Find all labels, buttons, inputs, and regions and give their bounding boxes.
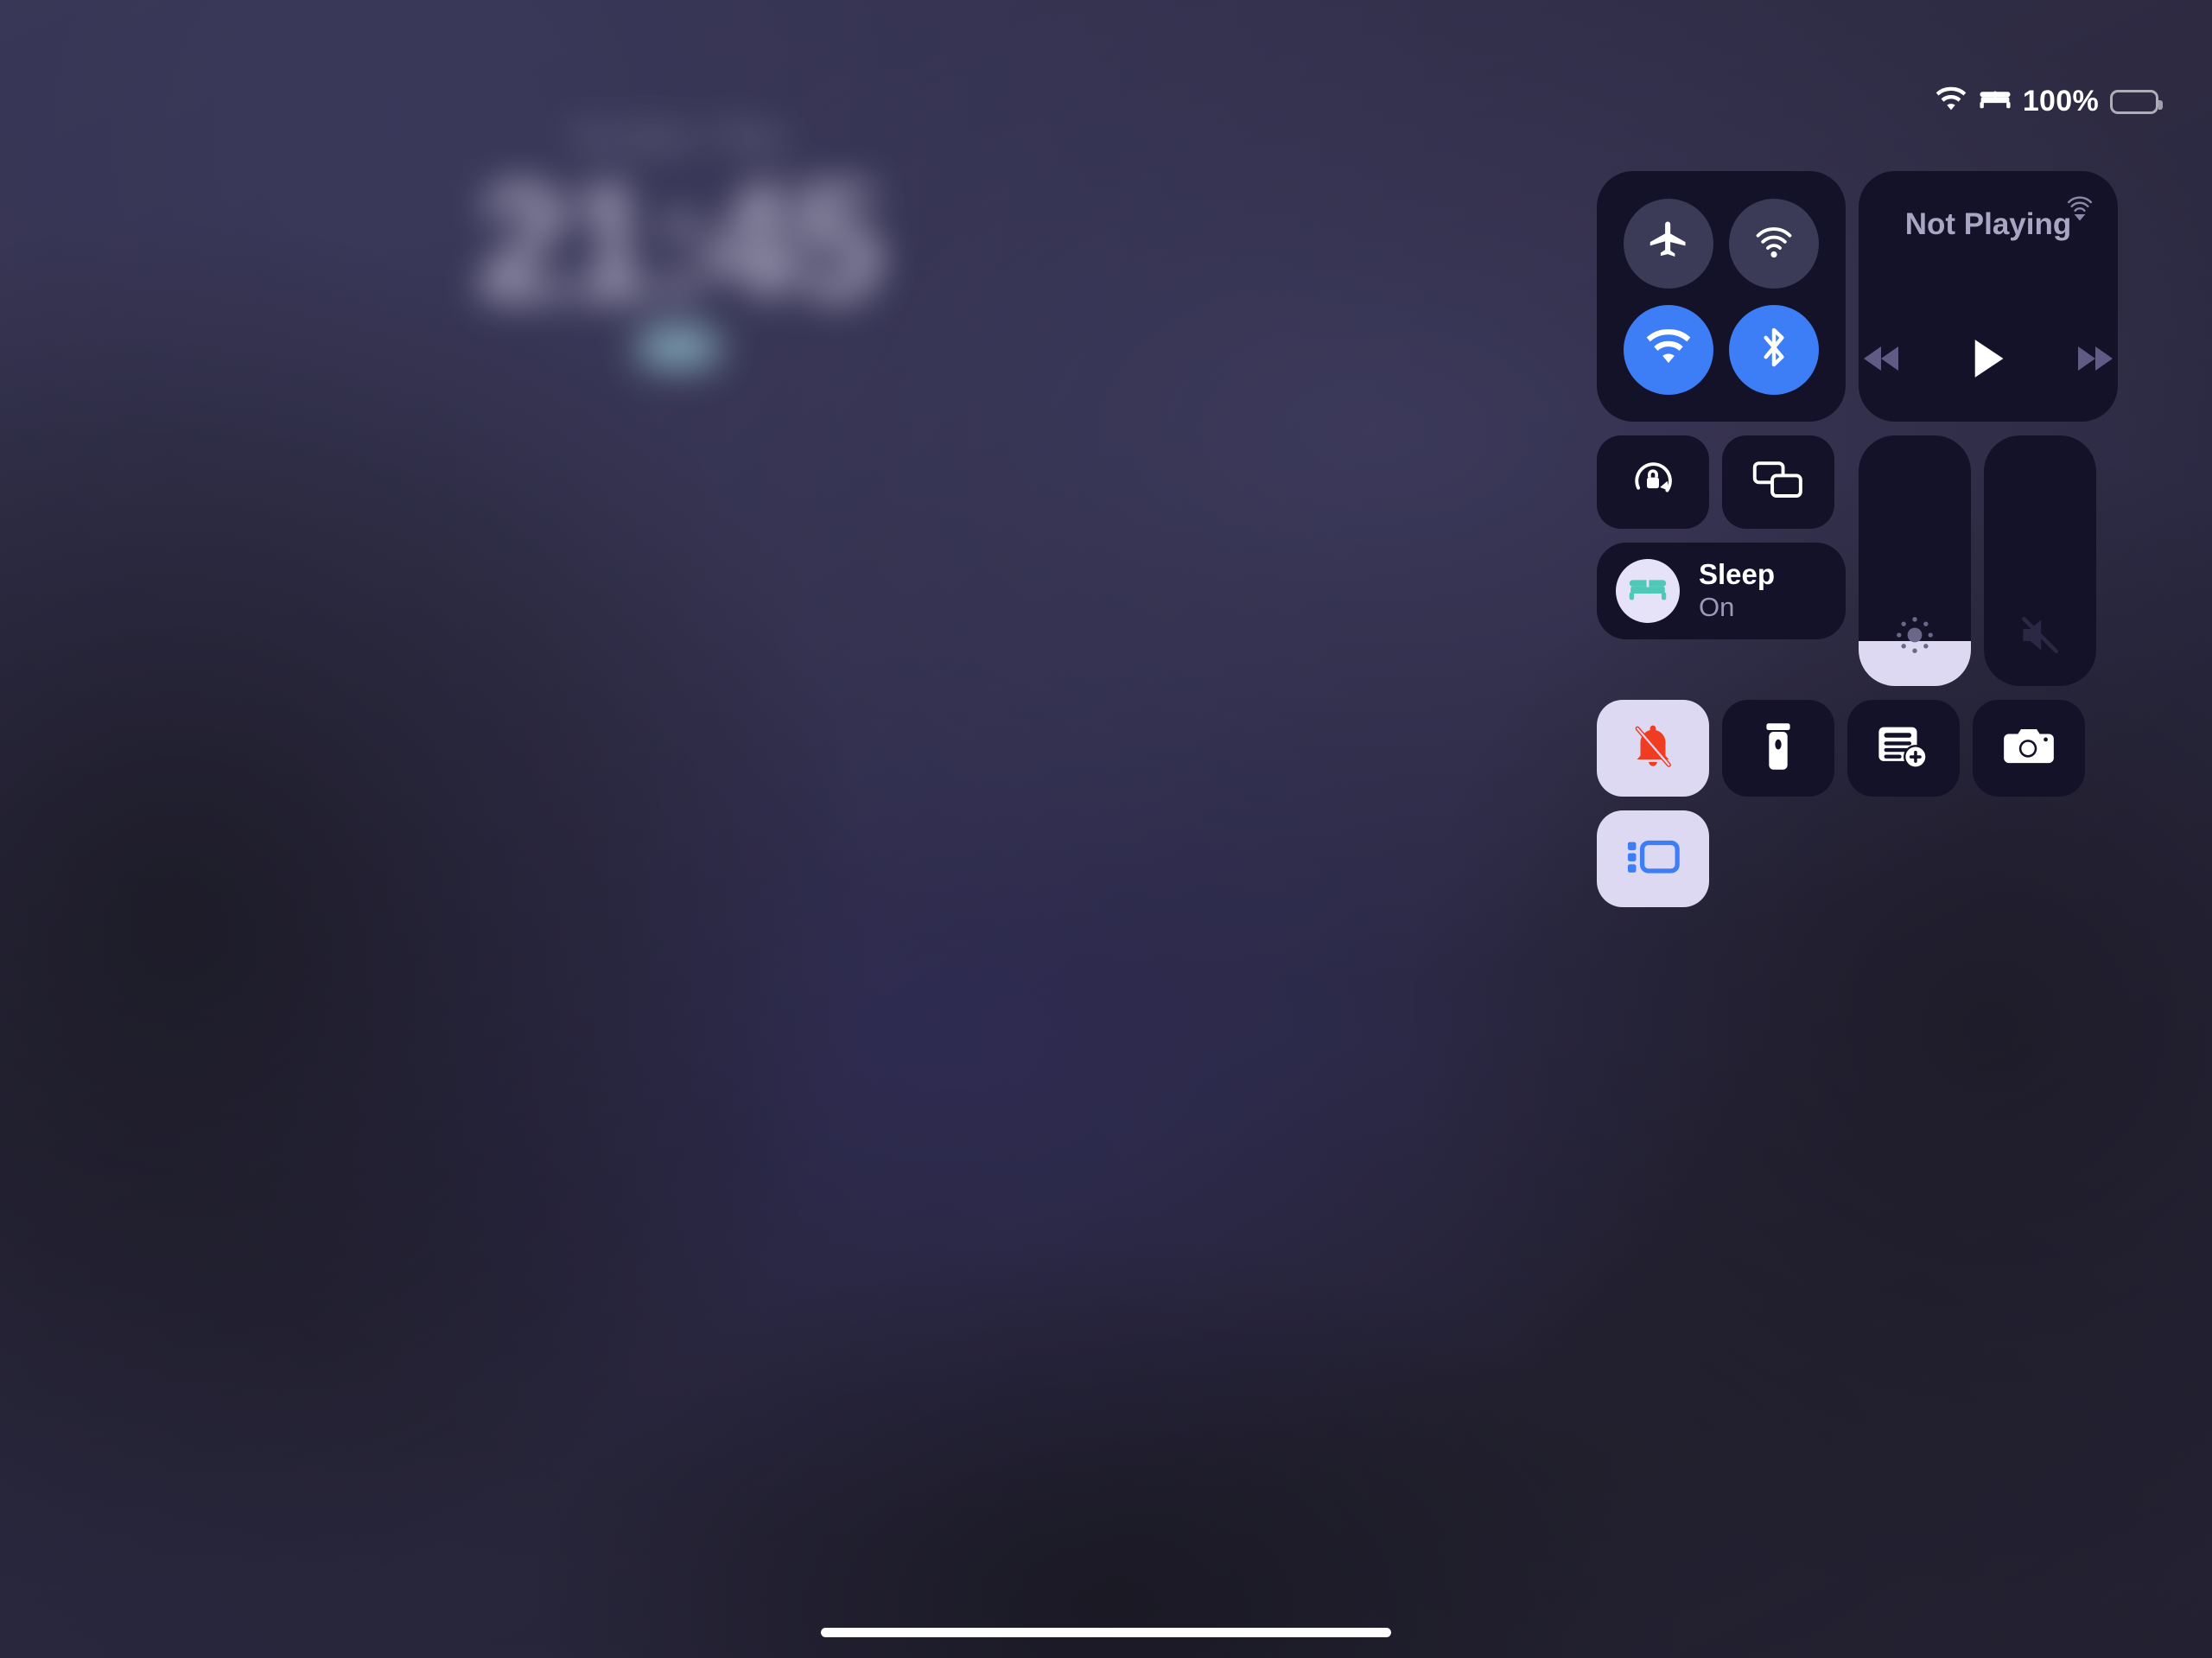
focus-name: Sleep	[1699, 558, 1776, 591]
stage-manager-icon	[1626, 837, 1680, 881]
lock-screen-time: 21:45	[477, 150, 883, 334]
stage-manager-button[interactable]	[1597, 810, 1709, 907]
camera-icon	[2002, 725, 2056, 772]
new-note-button[interactable]	[1847, 700, 1960, 797]
control-center-row-4	[1597, 810, 2133, 907]
mini-buttons-row	[1597, 435, 1846, 529]
flashlight-button[interactable]	[1722, 700, 1834, 797]
rotation-lock-icon	[1628, 455, 1678, 510]
focus-text-group: Sleep On	[1699, 558, 1775, 624]
bluetooth-icon	[1754, 323, 1794, 376]
control-center-row-2: Sleep On	[1597, 435, 2133, 686]
screen-mirroring-button[interactable]	[1722, 435, 1834, 529]
bed-icon	[1979, 87, 2012, 116]
brightness-slider[interactable]	[1859, 435, 1971, 686]
media-module[interactable]: Not Playing	[1859, 171, 2118, 422]
status-bar: 100%	[1935, 85, 2163, 118]
lock-screen-clock-group: Tuesday 7 May 21:45	[0, 121, 1357, 367]
airplay-audio-icon[interactable]	[2064, 194, 2095, 229]
bluetooth-toggle[interactable]	[1729, 304, 1819, 395]
silent-mode-button[interactable]	[1597, 700, 1709, 797]
home-indicator[interactable]	[821, 1628, 1391, 1637]
airplane-mode-toggle[interactable]	[1624, 198, 1713, 289]
brightness-icon	[1891, 611, 1939, 664]
bell-slash-icon	[1628, 721, 1678, 776]
volume-slider[interactable]	[1984, 435, 2096, 686]
battery-full-icon	[2110, 89, 2163, 114]
screen-mirroring-icon	[1752, 460, 1804, 505]
focus-state: On	[1699, 592, 1735, 623]
wifi-icon	[1645, 328, 1692, 371]
wifi-toggle[interactable]	[1624, 304, 1713, 395]
play-icon[interactable]	[1971, 338, 2005, 384]
control-center-row-3	[1597, 700, 2133, 797]
lock-screen-widget	[637, 327, 720, 367]
focus-tile-sleep[interactable]: Sleep On	[1597, 543, 1846, 639]
note-add-icon	[1877, 723, 1930, 774]
control-center: Not Playing Sleep On	[1597, 171, 2133, 907]
media-title: Not Playing	[1904, 207, 2072, 241]
wifi-icon	[1935, 86, 1967, 117]
media-controls	[1859, 338, 2118, 384]
controls-left-column: Sleep On	[1597, 435, 1846, 639]
rewind-icon[interactable]	[1862, 343, 1904, 378]
connectivity-module[interactable]	[1597, 171, 1846, 422]
control-center-row-1: Not Playing	[1597, 171, 2133, 422]
bed-icon	[1628, 575, 1668, 608]
airdrop-icon	[1751, 218, 1797, 269]
camera-button[interactable]	[1973, 700, 2085, 797]
flashlight-icon	[1764, 721, 1793, 777]
speaker-muted-icon	[2016, 611, 2064, 664]
battery-percent: 100%	[2022, 85, 2099, 118]
focus-icon-circle	[1616, 559, 1680, 623]
airdrop-toggle[interactable]	[1729, 198, 1819, 289]
fast-forward-icon[interactable]	[2073, 343, 2114, 378]
airplane-icon	[1646, 219, 1691, 268]
rotation-lock-button[interactable]	[1597, 435, 1709, 529]
